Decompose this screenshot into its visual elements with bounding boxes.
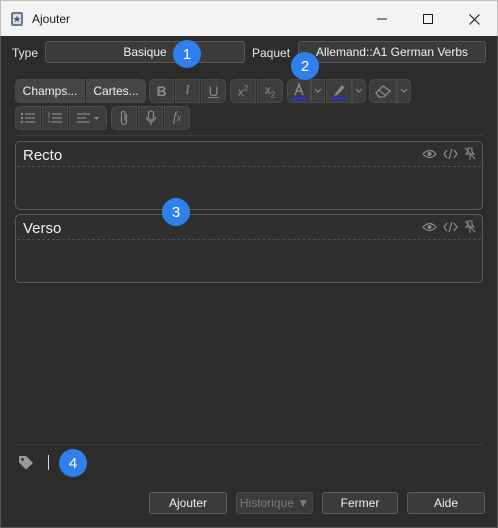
add-note-dialog: Type Basique Paquet Allemand::A1 German … [0,36,498,528]
toolbar-divider [15,135,483,136]
chevron-down-icon [314,88,322,93]
highlighter-icon [332,85,346,100]
pin-icon[interactable] [464,220,476,234]
clear-format-button[interactable] [369,79,397,103]
callout-badge-1: 1 [173,40,201,68]
window-title: Ajouter [32,12,71,26]
underline-icon: U [208,83,219,99]
bold-button[interactable]: B [149,79,174,103]
field-front-actions [422,147,476,161]
cards-button[interactable]: Cartes... [86,79,146,103]
field-back: Verso [15,214,483,283]
numbered-list-button[interactable] [42,106,68,130]
bullet-list-icon [20,112,35,124]
chevron-down-icon [400,88,408,93]
maximize-button[interactable] [405,1,451,37]
field-back-divider [17,239,481,240]
field-back-actions [422,220,476,234]
eraser-icon [375,85,392,98]
tag-icon [19,456,33,470]
fields-button[interactable]: Champs... [15,79,85,103]
paperclip-icon [120,110,128,126]
text-color-icon [292,82,306,100]
equation-button[interactable]: fx [164,106,190,130]
field-back-label: Verso [23,220,62,237]
eye-icon[interactable] [422,149,437,159]
record-audio-button[interactable] [138,106,163,130]
deck-label: Paquet [252,46,291,60]
clear-format-dropdown[interactable] [397,79,411,103]
field-front-divider [17,166,481,167]
html-editor-icon[interactable] [443,221,458,233]
minimize-icon [377,18,387,20]
highlight-color-dropdown[interactable] [352,79,366,103]
pin-icon[interactable] [464,147,476,161]
microphone-icon [145,110,156,125]
alignment-button[interactable] [69,106,107,130]
function-icon: fx [172,110,182,125]
anki-app-icon [11,12,23,26]
type-label: Type [12,46,39,60]
close-button[interactable]: Fermer [322,492,398,514]
underline-button[interactable]: U [201,79,226,103]
html-editor-icon[interactable] [443,148,458,160]
align-left-icon [77,113,99,123]
numbered-list-icon [48,112,62,123]
chevron-down-icon [355,88,363,93]
italic-button[interactable]: I [175,79,200,103]
field-front-editor[interactable] [18,168,480,207]
minimize-button[interactable] [359,1,405,37]
italic-icon: I [185,83,190,98]
highlight-color-button[interactable] [326,79,352,103]
field-back-editor[interactable] [18,241,480,280]
subscript-icon: x2 [264,82,276,100]
history-button[interactable]: Historique ▼ [236,492,313,514]
note-type-selector[interactable]: Basique [45,41,245,63]
field-front-label: Recto [23,147,63,164]
callout-badge-4: 4 [59,449,87,477]
superscript-button[interactable]: x2 [230,79,256,103]
text-color-dropdown[interactable] [311,79,325,103]
bold-icon: B [156,83,167,99]
tag-input[interactable] [48,455,49,470]
close-window-button[interactable] [451,1,497,37]
tags-divider [15,444,483,445]
close-icon [468,13,480,25]
eye-icon[interactable] [422,222,437,232]
bullet-list-button[interactable] [15,106,41,130]
maximize-icon [423,14,433,24]
deck-selector[interactable]: Allemand::A1 German Verbs [298,41,486,63]
subscript-button[interactable]: x2 [257,79,283,103]
field-front: Recto [15,141,483,210]
attach-button[interactable] [111,106,137,130]
text-color-button[interactable] [287,79,311,103]
add-button[interactable]: Ajouter [149,492,227,514]
callout-badge-3: 3 [162,198,190,226]
title-bar: Ajouter [0,0,498,36]
callout-badge-2: 2 [291,52,319,80]
superscript-icon: x2 [237,83,249,99]
help-button[interactable]: Aide [407,492,485,514]
